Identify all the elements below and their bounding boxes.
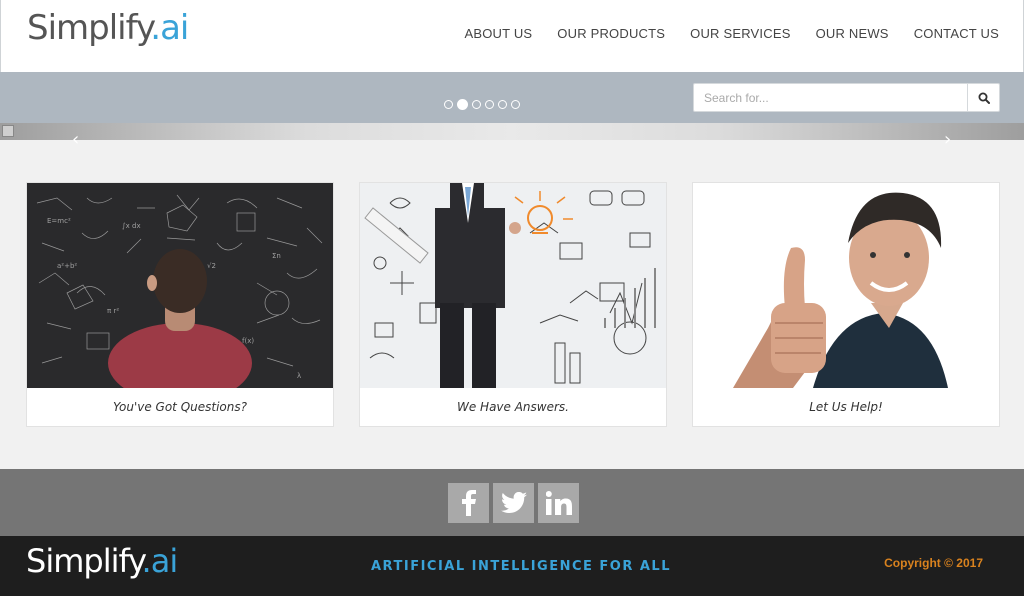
footer-logo-accent: .ai [141,542,179,580]
card-questions[interactable]: E=mc²∫x dx√2 a²+b²Σnπ r² f(x)Δtλ You've … [26,182,334,427]
search-input[interactable] [694,84,967,111]
nav-our-news[interactable]: OUR NEWS [816,26,889,41]
svg-text:π r²: π r² [107,307,119,315]
facebook-icon[interactable] [448,483,489,523]
svg-text:∫x dx: ∫x dx [122,222,141,230]
footer-tagline: ARTIFICIAL INTELLIGENCE FOR ALL [371,559,671,574]
slider-dot[interactable] [444,100,453,109]
logo-text: Simplify [27,8,151,48]
social-icons [448,483,579,523]
card-answers[interactable]: We Have Answers. [359,182,667,427]
carousel-prev-arrow[interactable]: ‹ [72,131,79,149]
site-logo[interactable]: Simplify.ai [27,8,189,48]
svg-text:f(x): f(x) [242,337,254,345]
thumbs-up-man-photo [693,183,999,388]
nav-contact-us[interactable]: CONTACT US [914,26,999,41]
slider-dot[interactable] [498,100,507,109]
logo-accent: .ai [150,8,189,48]
man-at-chalkboard-photo: E=mc²∫x dx√2 a²+b²Σnπ r² f(x)Δtλ [27,183,333,388]
nav-our-products[interactable]: OUR PRODUCTS [557,26,665,41]
feature-cards: E=mc²∫x dx√2 a²+b²Σnπ r² f(x)Δtλ You've … [26,182,1001,427]
slider-dot[interactable] [511,100,520,109]
slider-dot-active[interactable] [457,99,468,110]
slider-pagination [444,99,520,110]
card-help[interactable]: Let Us Help! [692,182,1000,427]
card-caption: You've Got Questions? [112,400,247,414]
card-caption: Let Us Help! [809,400,883,414]
card-caption: We Have Answers. [456,400,569,414]
businessman-with-sketches-photo [360,183,666,388]
search-box [693,83,1000,112]
site-footer: Simplify.ai ARTIFICIAL INTELLIGENCE FOR … [0,536,1024,596]
nav-about-us[interactable]: ABOUT US [464,26,532,41]
footer-logo-text: Simplify [26,542,143,580]
carousel-image-strip [0,123,1024,140]
linkedin-icon[interactable] [538,483,579,523]
svg-text:√2: √2 [207,262,216,270]
main-nav: ABOUT US OUR PRODUCTS OUR SERVICES OUR N… [464,26,999,41]
svg-text:λ: λ [297,372,301,380]
magnifier-icon [978,92,990,104]
svg-text:a²+b²: a²+b² [57,262,77,270]
broken-image-icon [2,125,14,137]
site-header: Simplify.ai ABOUT US OUR PRODUCTS OUR SE… [0,0,1024,72]
search-button[interactable] [967,84,999,111]
slider-dot[interactable] [472,100,481,109]
footer-logo[interactable]: Simplify.ai [26,542,179,580]
slider-dot[interactable] [485,100,494,109]
carousel-next-arrow[interactable]: › [944,131,951,149]
svg-text:E=mc²: E=mc² [47,217,71,225]
nav-our-services[interactable]: OUR SERVICES [690,26,790,41]
slider-bar [0,72,1024,123]
social-bar [0,469,1024,536]
svg-text:Σn: Σn [272,252,281,260]
copyright-text: Copyright © 2017 [884,556,983,570]
twitter-icon[interactable] [493,483,534,523]
